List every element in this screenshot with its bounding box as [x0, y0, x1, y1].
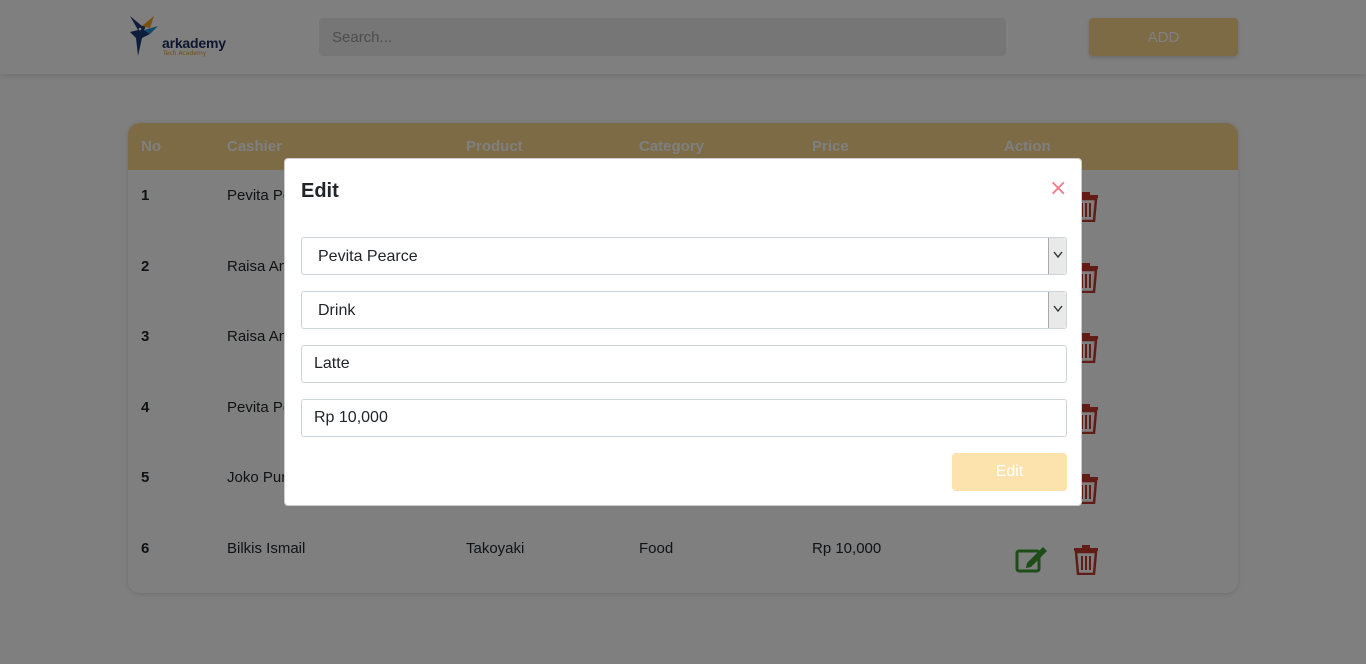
category-select-value: Drink — [318, 302, 356, 319]
chevron-down-icon[interactable] — [1048, 238, 1066, 274]
price-input[interactable] — [301, 399, 1067, 437]
modal-title: Edit — [301, 180, 339, 202]
edit-modal: Edit × Pevita Pearce Drink Edit — [284, 158, 1082, 506]
chevron-down-icon[interactable] — [1048, 292, 1066, 328]
category-select[interactable]: Drink — [301, 291, 1067, 329]
close-icon[interactable]: × — [1049, 178, 1067, 200]
product-input[interactable] — [301, 345, 1067, 383]
cashier-select-value: Pevita Pearce — [318, 248, 418, 265]
edit-submit-button[interactable]: Edit — [952, 453, 1067, 491]
cashier-select[interactable]: Pevita Pearce — [301, 237, 1067, 275]
